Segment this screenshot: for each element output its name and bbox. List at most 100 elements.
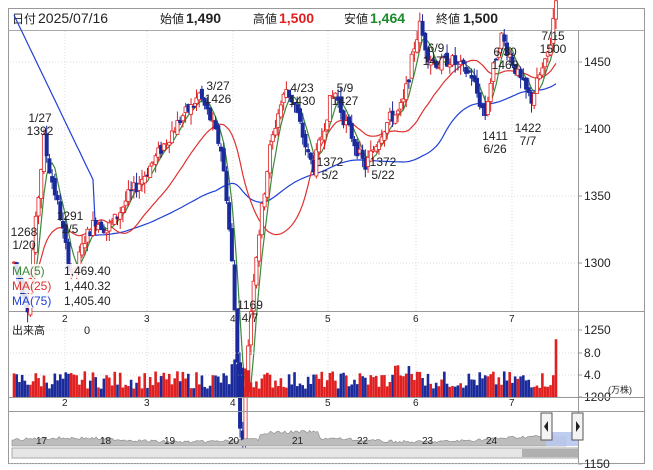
volume-bar	[445, 383, 449, 397]
volume-bar	[271, 387, 275, 397]
volume-bar	[394, 365, 397, 397]
volume-bar	[170, 384, 174, 397]
month-label: 4	[230, 314, 236, 325]
candle-body	[308, 152, 313, 160]
volume-bar	[423, 385, 427, 397]
volume-bar	[187, 373, 190, 397]
volume-bar	[497, 377, 501, 397]
volume-bar	[105, 375, 108, 397]
annotation-sublabel: 1430	[289, 94, 316, 108]
volume-bar	[317, 378, 321, 397]
volume-bar	[355, 384, 359, 397]
candle-body	[148, 165, 153, 178]
volume-bar	[399, 375, 403, 397]
navigator-scrollbar-thumb[interactable]	[522, 449, 578, 457]
navigator-label: 17	[36, 436, 48, 447]
volume-bar	[181, 371, 185, 397]
volume-month-label: 2	[62, 398, 68, 409]
volume-bar	[508, 372, 511, 397]
volume-bar	[366, 384, 370, 397]
candle-body	[199, 88, 204, 100]
candle-body	[52, 178, 57, 196]
candle-body	[82, 243, 87, 249]
volume-bar	[293, 372, 296, 397]
candle-body	[107, 222, 112, 232]
volume-bar	[59, 374, 62, 397]
volume-bar	[88, 380, 92, 397]
navigator-label: 23	[422, 436, 434, 447]
candle-body	[534, 77, 539, 94]
price-tick-label: 1250	[584, 323, 611, 337]
volume-bar	[162, 372, 166, 397]
volume-bar	[42, 375, 46, 397]
price-tick-label: 1500	[584, 0, 611, 2]
volume-bar	[252, 387, 255, 397]
volume-unit: (万株)	[608, 384, 632, 395]
candle-body	[259, 203, 264, 236]
open-label: 始値	[160, 11, 184, 26]
volume-bar	[230, 364, 234, 397]
candle-body	[317, 139, 322, 153]
candle-body	[142, 175, 147, 184]
volume-bar	[543, 386, 547, 397]
candle-body	[398, 102, 403, 110]
candle-body	[385, 122, 390, 134]
volume-bar	[75, 375, 78, 397]
volume-bar	[489, 374, 492, 397]
legend-label: MA(5)	[12, 264, 45, 278]
candle-body	[540, 67, 545, 76]
annotation-label: 1422	[515, 121, 542, 135]
candle-body	[466, 70, 471, 73]
volume-bar	[353, 379, 356, 397]
volume-bar	[135, 382, 138, 397]
volume-bar	[418, 371, 422, 397]
volume-bar	[339, 373, 343, 397]
volume-bar	[551, 375, 555, 397]
volume-bar	[369, 375, 373, 397]
volume-bar	[37, 378, 40, 397]
price-tick-label: 1350	[584, 189, 611, 203]
candle-body	[227, 202, 232, 230]
volume-bar	[451, 385, 454, 397]
volume-bar	[195, 372, 198, 397]
volume-bar	[486, 376, 490, 397]
volume-bar	[312, 374, 315, 397]
volume-bar	[481, 378, 484, 397]
navigator-label: 24	[486, 436, 498, 447]
volume-bar	[437, 386, 441, 397]
price-tick-label: 1400	[584, 122, 611, 136]
volume-bar	[494, 384, 498, 397]
volume-bar	[189, 388, 193, 397]
volume-bar	[505, 380, 509, 397]
volume-bar	[91, 372, 95, 397]
volume-bar	[157, 382, 160, 397]
annotation-label: 6/30	[493, 45, 517, 59]
volume-bar	[78, 384, 81, 397]
volume-bar	[263, 374, 266, 397]
volume-bar	[227, 384, 231, 397]
volume-bar	[295, 386, 299, 397]
navigator-scrollbar-track[interactable]	[11, 447, 579, 459]
volume-bar	[358, 373, 362, 397]
volume-bar	[391, 374, 394, 397]
volume-bar	[140, 388, 144, 397]
candle-body	[404, 83, 409, 101]
volume-bar	[342, 372, 345, 397]
navigator-label: 20	[228, 436, 240, 447]
volume-bar	[113, 371, 117, 397]
volume-bar	[69, 373, 73, 397]
candle-body	[396, 110, 401, 115]
volume-bar	[154, 371, 157, 397]
candle-body	[254, 257, 259, 286]
volume-bar	[222, 373, 226, 397]
volume-bar	[402, 376, 405, 397]
candle-body	[297, 108, 302, 122]
candle-body	[118, 212, 123, 220]
low-value: 1,464	[370, 10, 405, 26]
volume-bar	[108, 377, 111, 397]
annotation-sublabel: 7/7	[520, 134, 537, 148]
volume-bar	[151, 385, 155, 397]
volume-bar	[143, 373, 147, 397]
annotation-sublabel: 1469	[492, 58, 519, 72]
volume-bar	[26, 384, 29, 397]
